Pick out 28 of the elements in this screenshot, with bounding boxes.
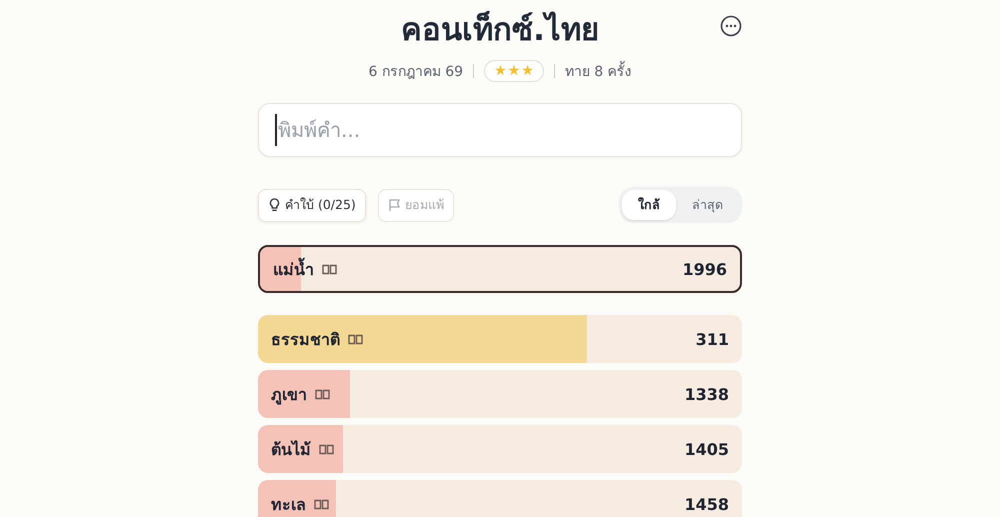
sort-tab[interactable]: ล่าสุด — [676, 190, 739, 220]
guess-rank: 311 — [696, 330, 729, 348]
book-icon[interactable] — [314, 498, 329, 510]
guess-word: ภูเขา — [271, 384, 307, 406]
guess-count: ทาย 8 ครั้ง — [564, 60, 632, 82]
puzzle-date: 6 กรกฎาคม 69 — [368, 63, 464, 82]
book-icon[interactable] — [319, 444, 334, 454]
guess-word: ธรรมชาติ — [271, 328, 340, 350]
guess-rank: 1458 — [684, 494, 729, 514]
book-icon[interactable] — [322, 264, 337, 274]
guess-rank: 1405 — [684, 440, 729, 458]
star-icon: ★ — [521, 63, 534, 79]
star-icon: ★ — [508, 63, 520, 79]
book-icon[interactable] — [348, 334, 363, 344]
more-options-icon[interactable] — [720, 15, 742, 37]
lightbulb-icon — [268, 198, 281, 212]
guess-rank: 1996 — [682, 260, 727, 278]
book-icon[interactable] — [315, 388, 330, 400]
hint-button[interactable]: คำใบ้ (0/25) — [258, 188, 366, 222]
sort-tab[interactable]: ใกล้ — [622, 190, 676, 220]
word-input-field[interactable]: พิมพ์คำ... — [258, 103, 742, 157]
star-icon: ★ — [494, 63, 507, 79]
guess-word: ทะเล — [271, 494, 306, 516]
guess-word: แม่น้ำ — [273, 256, 314, 280]
guess-word: ต้นไม้ — [271, 438, 311, 460]
guess-rank: 1338 — [684, 384, 729, 404]
flag-icon — [388, 198, 401, 212]
app-title: คอนเท็กซ์.ไทย — [401, 10, 599, 50]
